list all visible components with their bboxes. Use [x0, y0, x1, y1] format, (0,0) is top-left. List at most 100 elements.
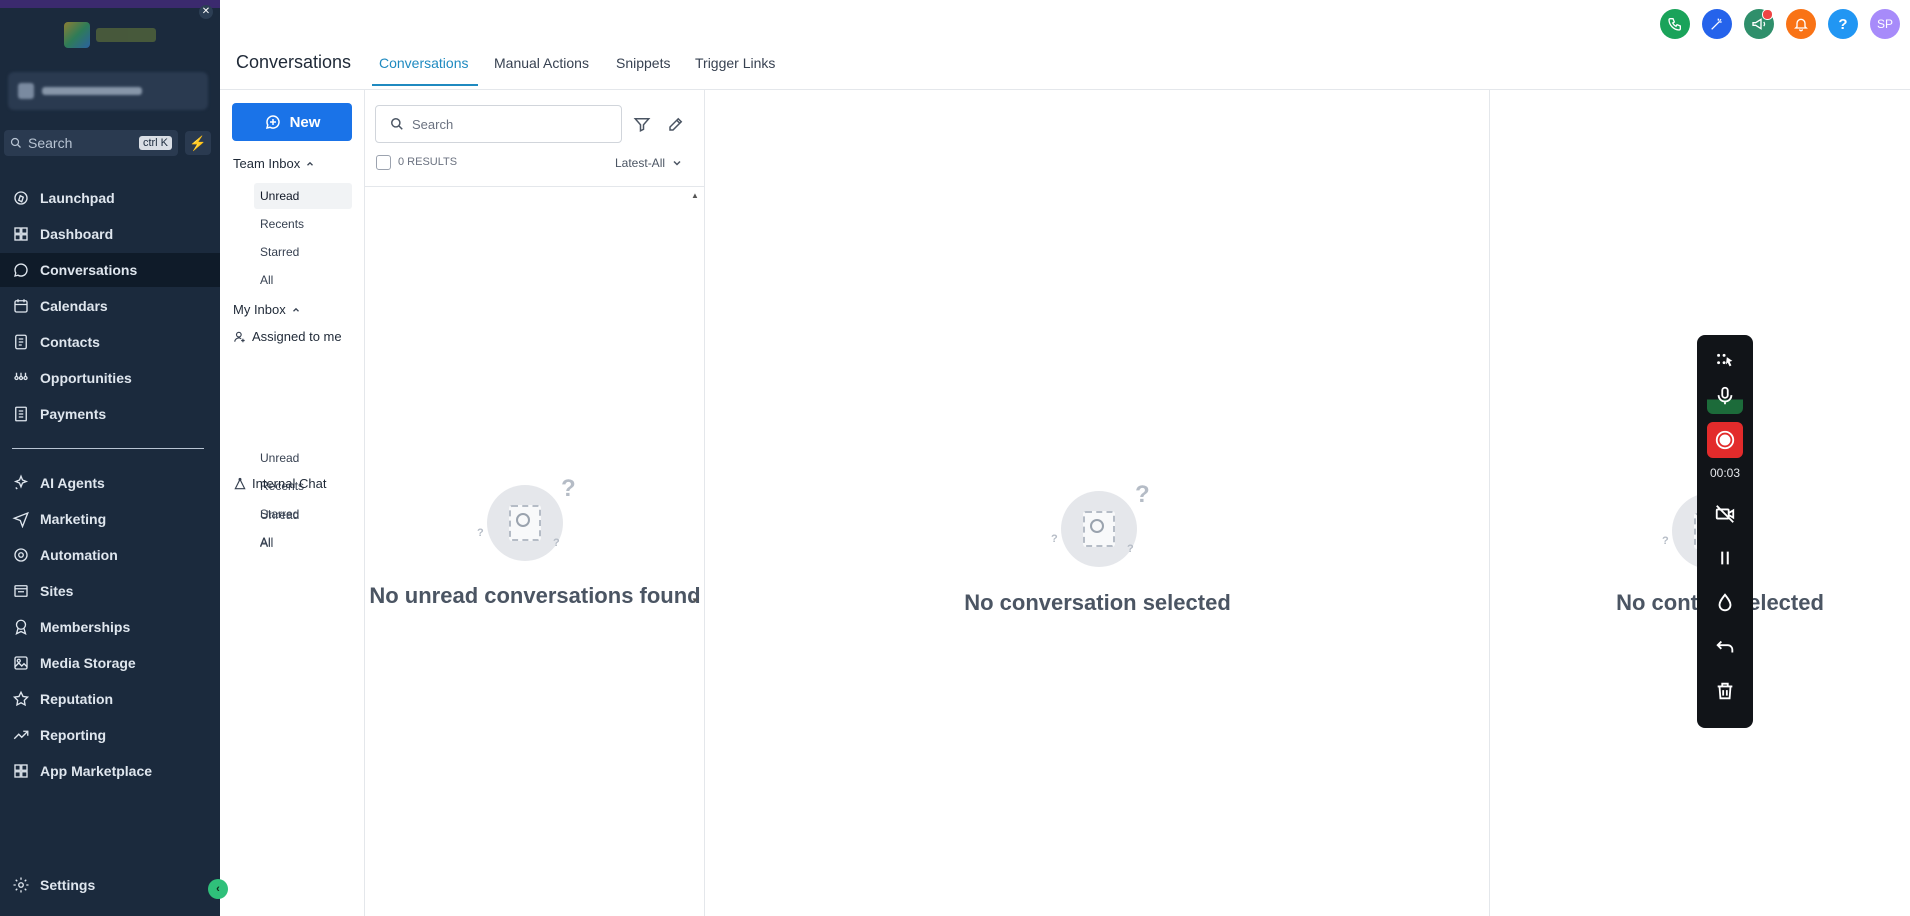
sidebar-item-reporting[interactable]: Reporting [0, 718, 220, 752]
section-label: Team Inbox [233, 156, 301, 171]
sidebar-item-conversations[interactable]: Conversations [0, 253, 220, 287]
grid-icon [14, 764, 28, 778]
stop-recording-icon[interactable] [1707, 422, 1743, 458]
company-logo [55, 18, 165, 52]
team-inbox-recents[interactable]: Recents [254, 211, 352, 237]
sidebar-item-label: Payments [40, 406, 107, 422]
sidebar-item-label: Launchpad [40, 190, 115, 206]
conversation-search[interactable] [375, 105, 622, 143]
team-inbox-unread[interactable]: Unread [254, 183, 352, 209]
conversation-list-panel: 0 RESULTS Latest-All ▲ ? ? ? No unread c… [365, 90, 705, 916]
ai-sparkle-icon [13, 474, 29, 490]
chevron-up-icon [292, 307, 299, 312]
chat-bubble-icon [14, 263, 28, 277]
list-divider [365, 186, 704, 187]
membership-badge-icon [15, 619, 27, 636]
trend-icon [13, 730, 29, 740]
select-all-checkbox[interactable] [376, 155, 391, 170]
sidebar-item-label: Reporting [40, 727, 107, 743]
sidebar-item-dashboard[interactable]: Dashboard [0, 217, 220, 251]
sidebar-item-sites[interactable]: Sites [0, 574, 220, 608]
search-icon [10, 137, 21, 148]
team-inbox-starred[interactable]: Starred [254, 239, 352, 265]
tab-snippets[interactable]: Snippets [616, 55, 670, 71]
sidebar-item-label: Settings [40, 877, 96, 893]
sidebar-item-label: Opportunities [40, 370, 132, 386]
team-inbox-header[interactable]: Team Inbox [233, 156, 315, 171]
sidebar-search[interactable]: Search ctrl K [4, 130, 178, 156]
team-inbox-all[interactable]: All [254, 267, 352, 293]
calendar-icon [14, 299, 28, 313]
chat-plus-icon [265, 115, 280, 130]
sidebar-item-label: AI Agents [40, 475, 105, 491]
search-input[interactable] [412, 116, 592, 132]
assigned-to-me-header[interactable]: Assigned to me [233, 329, 342, 344]
sidebar-item-label: Dashboard [40, 226, 114, 242]
dashboard-icon [14, 227, 28, 241]
camera-off-icon[interactable] [1707, 496, 1743, 532]
scroll-up-arrow-icon[interactable]: ▲ [691, 191, 699, 200]
microphone-icon[interactable] [1707, 378, 1743, 414]
pause-icon[interactable] [1707, 540, 1743, 576]
sidebar-item-calendars[interactable]: Calendars [0, 289, 220, 323]
assigned-unread[interactable]: Unread [254, 445, 352, 471]
empty-inbox-illustration: ? ? ? [477, 475, 576, 565]
sidebar-item-media-storage[interactable]: Media Storage [0, 646, 220, 680]
sidebar-item-app-marketplace[interactable]: App Marketplace [0, 754, 220, 788]
sidebar-item-label: Automation [40, 547, 118, 563]
phone-icon[interactable] [1660, 9, 1690, 39]
sidebar-item-label: Marketing [40, 511, 107, 527]
sidebar-item-payments[interactable]: Payments [0, 397, 220, 431]
my-inbox-header[interactable]: My Inbox [233, 302, 301, 317]
close-icon[interactable]: ✕ [199, 5, 213, 19]
sidebar-item-reputation[interactable]: Reputation [0, 682, 220, 716]
internal-chat-unread[interactable]: Unread [254, 502, 352, 528]
sidebar-item-launchpad[interactable]: Launchpad [0, 181, 220, 215]
section-label: Internal Chat [252, 476, 327, 491]
bell-icon[interactable] [1786, 9, 1816, 39]
internal-chat-icon [234, 477, 246, 489]
filter-icon[interactable] [633, 115, 653, 135]
sidebar-item-marketing[interactable]: Marketing [0, 502, 220, 536]
megaphone-icon[interactable] [1744, 9, 1774, 39]
magic-wand-icon[interactable] [1702, 9, 1732, 39]
recording-timer: 00:03 [1709, 466, 1741, 480]
tab-trigger-links[interactable]: Trigger Links [695, 55, 775, 71]
scroll-down-arrow-icon[interactable]: ▼ [691, 596, 699, 605]
sidebar-top-strip [0, 0, 220, 8]
gear-icon [13, 877, 29, 893]
avatar-initials: SP [1876, 17, 1893, 31]
automation-icon [14, 548, 28, 562]
internal-chat-header[interactable]: Internal Chat [233, 476, 326, 491]
contacts-icon [15, 334, 27, 350]
account-switcher[interactable] [8, 72, 208, 110]
sidebar-item-memberships[interactable]: Memberships [0, 610, 220, 644]
sort-dropdown[interactable]: Latest-All [615, 156, 683, 170]
drag-handle-icon[interactable] [1707, 341, 1743, 377]
sidebar-item-automation[interactable]: Automation [0, 538, 220, 572]
new-conversation-button[interactable]: New [232, 103, 352, 141]
compose-icon[interactable] [667, 115, 687, 135]
tab-conversations[interactable]: Conversations [379, 55, 469, 71]
image-icon [14, 656, 28, 670]
tab-manual-actions[interactable]: Manual Actions [494, 55, 589, 71]
sidebar-item-ai-agents[interactable]: AI Agents [0, 466, 220, 500]
sidebar-item-opportunities[interactable]: Opportunities [0, 361, 220, 395]
quick-action-bolt-icon[interactable]: ⚡ [185, 131, 211, 155]
blur-drop-icon[interactable] [1707, 585, 1743, 621]
chevron-up-icon [307, 161, 314, 166]
undo-restart-icon[interactable] [1707, 629, 1743, 665]
sidebar-item-label: Media Storage [40, 655, 136, 671]
empty-conversation-illustration: ? ? ? [1051, 481, 1150, 571]
sidebar-item-settings[interactable]: Settings [0, 868, 220, 902]
sidebar-item-label: Conversations [40, 262, 138, 278]
avatar[interactable]: SP [1870, 9, 1900, 39]
sidebar-item-contacts[interactable]: Contacts [0, 325, 220, 359]
internal-chat-all[interactable]: All [254, 530, 352, 556]
trash-icon[interactable] [1707, 673, 1743, 709]
results-count: 0 RESULTS [398, 156, 458, 168]
sidebar-item-label: Contacts [40, 334, 100, 350]
sidebar-item-label: Calendars [40, 298, 108, 314]
help-icon[interactable]: ? [1828, 9, 1858, 39]
sidebar-item-label: Sites [40, 583, 74, 599]
